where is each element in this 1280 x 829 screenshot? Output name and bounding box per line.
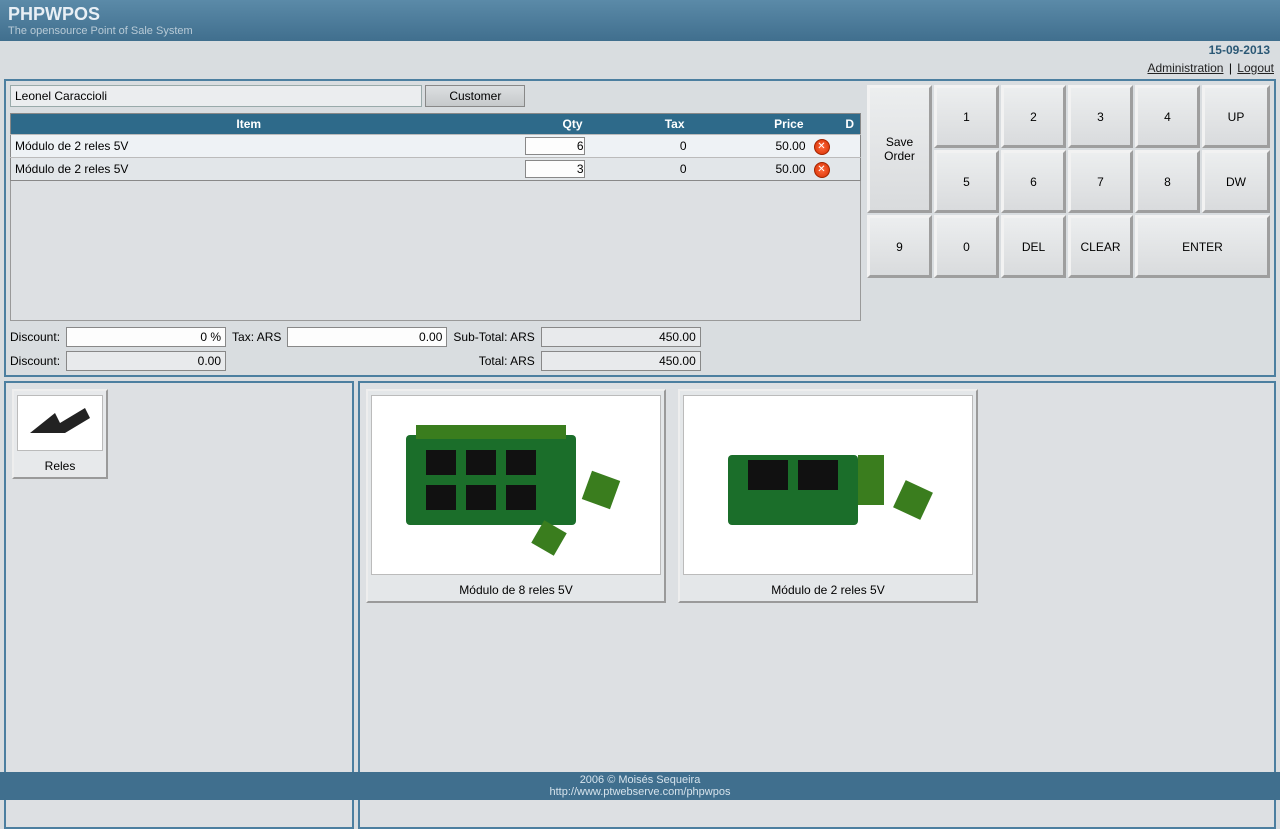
col-price: Price bbox=[691, 114, 810, 135]
col-delete: D bbox=[810, 114, 861, 135]
footer-copyright: 2006 © Moisés Sequeira bbox=[0, 774, 1280, 786]
key-clear[interactable]: CLEAR bbox=[1068, 215, 1133, 278]
key-8[interactable]: 8 bbox=[1135, 150, 1200, 213]
keypad: 1 2 3 4 UP Save Order 5 6 7 8 DW 9 0 DEL… bbox=[867, 85, 1270, 371]
category-thumb-icon bbox=[17, 395, 103, 451]
delete-row-icon[interactable]: ✕ bbox=[814, 139, 830, 155]
bottom-panels: Reles Módulo de 8 reles 5V bbox=[4, 381, 1276, 829]
key-dw[interactable]: DW bbox=[1202, 150, 1270, 213]
key-2[interactable]: 2 bbox=[1001, 85, 1066, 148]
logout-link[interactable]: Logout bbox=[1237, 61, 1274, 75]
product-thumb-icon bbox=[683, 395, 973, 575]
total-label: Total: ARS bbox=[453, 354, 534, 368]
key-3[interactable]: 3 bbox=[1068, 85, 1133, 148]
current-date: 15-09-2013 bbox=[1209, 43, 1270, 57]
totals-grid: Discount: 0 % Tax: ARS 0.00 Sub-Total: A… bbox=[10, 327, 861, 371]
customer-input[interactable] bbox=[10, 85, 422, 107]
key-del[interactable]: DEL bbox=[1001, 215, 1066, 278]
tax-label: Tax: ARS bbox=[232, 330, 281, 344]
col-qty: Qty bbox=[487, 114, 589, 135]
qty-input[interactable] bbox=[525, 160, 585, 178]
key-7[interactable]: 7 bbox=[1068, 150, 1133, 213]
items-table: Item Qty Tax Price D Módulo de 2 reles 5… bbox=[10, 113, 861, 181]
app-subtitle: The opensource Point of Sale System bbox=[8, 25, 1272, 37]
product-label: Módulo de 8 reles 5V bbox=[368, 579, 664, 601]
key-enter[interactable]: ENTER bbox=[1135, 215, 1270, 278]
category-panel: Reles bbox=[4, 381, 354, 829]
topbar: 15-09-2013 bbox=[0, 41, 1280, 59]
subtotal-label: Sub-Total: ARS bbox=[453, 330, 534, 344]
cell-price: 50.00 bbox=[691, 135, 810, 158]
app-title: PHPWPOS bbox=[8, 4, 1272, 25]
key-5[interactable]: 5 bbox=[934, 150, 999, 213]
col-item: Item bbox=[11, 114, 487, 135]
subtotal-value: 450.00 bbox=[541, 327, 701, 347]
table-row: Módulo de 2 reles 5V 0 50.00 ✕ bbox=[11, 135, 861, 158]
product-card-2reles[interactable]: Módulo de 2 reles 5V bbox=[678, 389, 978, 603]
discount2-label: Discount: bbox=[10, 354, 60, 368]
product-label: Módulo de 2 reles 5V bbox=[680, 579, 976, 601]
key-4[interactable]: 4 bbox=[1135, 85, 1200, 148]
product-thumb-icon bbox=[371, 395, 661, 575]
discount2-value: 0.00 bbox=[66, 351, 226, 371]
cell-item: Módulo de 2 reles 5V bbox=[11, 158, 487, 181]
app-header: PHPWPOS The opensource Point of Sale Sys… bbox=[0, 0, 1280, 41]
customer-button[interactable]: Customer bbox=[425, 85, 525, 107]
total-value: 450.00 bbox=[541, 351, 701, 371]
administration-link[interactable]: Administration bbox=[1147, 61, 1223, 75]
footer: 2006 © Moisés Sequeira http://www.ptwebs… bbox=[0, 772, 1280, 800]
product-panel: Módulo de 8 reles 5V Módulo de 2 reles 5… bbox=[358, 381, 1276, 829]
qty-input[interactable] bbox=[525, 137, 585, 155]
category-label: Reles bbox=[14, 455, 106, 477]
nav-separator: | bbox=[1227, 61, 1234, 75]
nav-links: Administration | Logout bbox=[0, 59, 1280, 77]
category-card-reles[interactable]: Reles bbox=[12, 389, 108, 479]
discount-label: Discount: bbox=[10, 330, 60, 344]
order-panel: Customer Item Qty Tax Price D Módulo de … bbox=[4, 79, 1276, 377]
key-save-order[interactable]: Save Order bbox=[867, 85, 932, 213]
key-6[interactable]: 6 bbox=[1001, 150, 1066, 213]
table-row: Módulo de 2 reles 5V 0 50.00 ✕ bbox=[11, 158, 861, 181]
tax-input[interactable]: 0.00 bbox=[287, 327, 447, 347]
key-1[interactable]: 1 bbox=[934, 85, 999, 148]
cell-tax: 0 bbox=[589, 158, 691, 181]
items-empty-area bbox=[10, 181, 861, 321]
cell-price: 50.00 bbox=[691, 158, 810, 181]
col-tax: Tax bbox=[589, 114, 691, 135]
discount-pct-input[interactable]: 0 % bbox=[66, 327, 226, 347]
cell-tax: 0 bbox=[589, 135, 691, 158]
key-up[interactable]: UP bbox=[1202, 85, 1270, 148]
cell-item: Módulo de 2 reles 5V bbox=[11, 135, 487, 158]
key-0[interactable]: 0 bbox=[934, 215, 999, 278]
footer-url: http://www.ptwebserve.com/phpwpos bbox=[0, 786, 1280, 798]
key-9[interactable]: 9 bbox=[867, 215, 932, 278]
delete-row-icon[interactable]: ✕ bbox=[814, 162, 830, 178]
product-card-8reles[interactable]: Módulo de 8 reles 5V bbox=[366, 389, 666, 603]
